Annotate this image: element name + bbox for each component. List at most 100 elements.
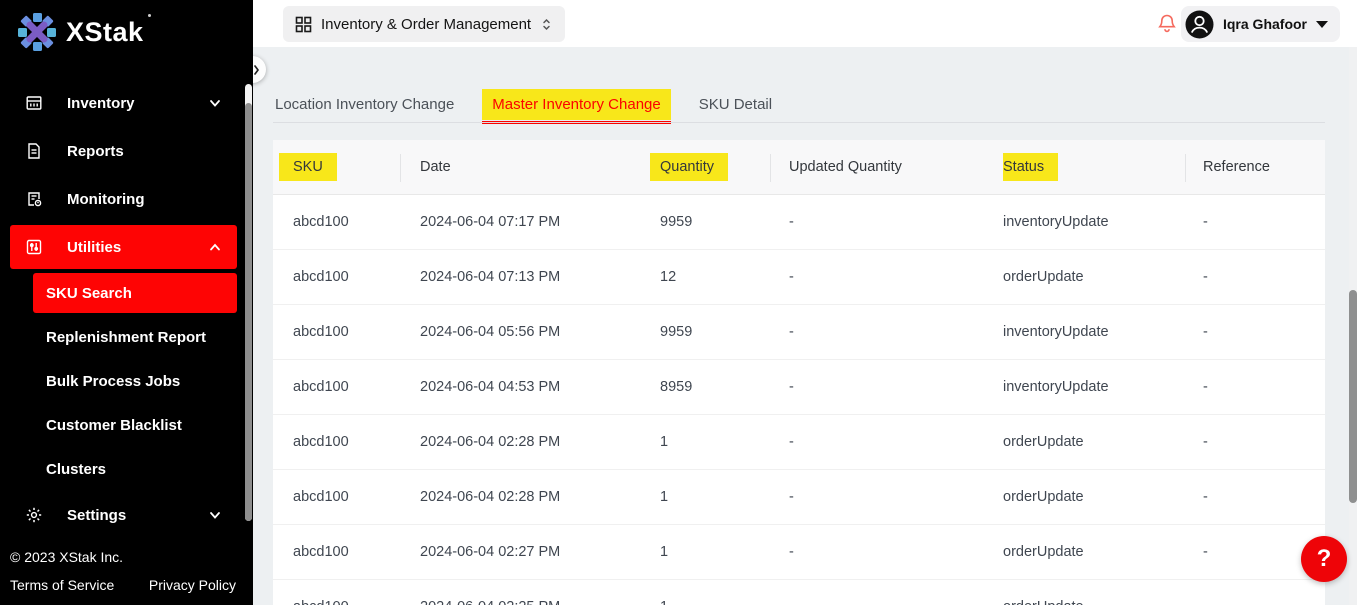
table-cell: -: [780, 599, 1003, 605]
inventory-box-icon: [25, 94, 43, 112]
column-header-status: Status: [1003, 153, 1203, 181]
sidebar-footer: © 2023 XStak Inc. Terms of Service Priva…: [0, 539, 253, 605]
xstak-logo-icon: [16, 11, 58, 53]
sidebar-item-clusters[interactable]: Clusters: [33, 449, 237, 489]
privacy-policy-link[interactable]: Privacy Policy: [149, 577, 236, 593]
app-window: XStak Inventory Reports: [0, 0, 1357, 605]
table-row: abcd1002024-06-04 07:17 PM9959-inventory…: [273, 195, 1325, 250]
sidebar-item-label: Utilities: [67, 239, 121, 256]
sidebar-item-utilities[interactable]: Utilities: [10, 225, 237, 269]
sidebar-collapse-button[interactable]: [253, 56, 266, 83]
table-cell: inventoryUpdate: [1003, 379, 1203, 395]
table-cell: orderUpdate: [1003, 489, 1203, 505]
user-avatar-icon: [1185, 10, 1214, 39]
user-name: Iqra Ghafoor: [1223, 16, 1307, 32]
table-cell: 9959: [650, 214, 780, 230]
brand-name: XStak: [66, 17, 144, 48]
sidebar-item-replenishment-report[interactable]: Replenishment Report: [33, 317, 237, 357]
column-header-label: SKU: [279, 153, 337, 181]
sidebar-subitem-label: Bulk Process Jobs: [46, 373, 180, 390]
terms-of-service-link[interactable]: Terms of Service: [10, 577, 114, 593]
table-cell: -: [780, 434, 1003, 450]
tab-sku-detail[interactable]: SKU Detail: [699, 96, 772, 113]
sidebar-item-reports[interactable]: Reports: [10, 129, 237, 173]
table-cell: -: [1203, 489, 1325, 505]
chevron-up-icon: [208, 240, 222, 254]
table-row: abcd1002024-06-04 02:25 PM1-orderUpdate-: [273, 580, 1325, 605]
inventory-change-table: SKU Date Quantity Updated Quantity StatusRef…: [273, 140, 1325, 605]
sidebar-scrollbar-thumb[interactable]: [245, 103, 252, 521]
notifications-bell-icon[interactable]: [1157, 13, 1177, 34]
sidebar-item-customer-blacklist[interactable]: Customer Blacklist: [33, 405, 237, 445]
table-cell: abcd100: [273, 544, 420, 560]
chevron-down-icon: [208, 96, 222, 110]
table-cell: -: [1203, 214, 1325, 230]
table-cell: -: [780, 214, 1003, 230]
table-row: abcd1002024-06-04 07:13 PM12-orderUpdate…: [273, 250, 1325, 305]
main-scrollbar-track[interactable]: [1349, 47, 1357, 605]
table-cell: inventoryUpdate: [1003, 214, 1203, 230]
table-cell: orderUpdate: [1003, 434, 1203, 450]
table-row: abcd1002024-06-04 02:27 PM1-orderUpdate-: [273, 525, 1325, 580]
table-cell: 2024-06-04 02:28 PM: [420, 489, 650, 505]
tab-bar-divider: [273, 122, 1325, 123]
column-header-label: Updated Quantity: [789, 159, 902, 175]
table-cell: -: [780, 379, 1003, 395]
user-menu-button[interactable]: Iqra Ghafoor: [1181, 6, 1340, 42]
table-cell: 1: [650, 434, 780, 450]
tab-location-inventory-change[interactable]: Location Inventory Change: [275, 96, 454, 113]
table-cell: -: [780, 544, 1003, 560]
table-row: abcd1002024-06-04 02:28 PM1-orderUpdate-: [273, 470, 1325, 525]
table-cell: -: [1203, 434, 1325, 450]
table-cell: abcd100: [273, 269, 420, 285]
workspace-switcher-button[interactable]: Inventory & Order Management: [283, 6, 565, 42]
sliders-icon: [25, 238, 43, 256]
main-scrollbar-thumb[interactable]: [1349, 290, 1357, 503]
sidebar-subitem-label: Clusters: [46, 461, 106, 478]
workspace-label: Inventory & Order Management: [321, 16, 531, 33]
column-header-label: Quantity: [650, 153, 728, 181]
table-cell: 1: [650, 544, 780, 560]
table-cell: 1: [650, 489, 780, 505]
gear-icon: [25, 506, 43, 524]
table-cell: -: [780, 324, 1003, 340]
table-cell: -: [780, 489, 1003, 505]
column-header-reference: Reference: [1203, 159, 1325, 175]
up-down-caret-icon: [540, 17, 553, 32]
table-cell: -: [1203, 269, 1325, 285]
tab-master-inventory-change[interactable]: Master Inventory Change: [482, 89, 670, 120]
trademark-dot: [148, 14, 151, 17]
table-cell: 2024-06-04 04:53 PM: [420, 379, 650, 395]
table-cell: 12: [650, 269, 780, 285]
help-button[interactable]: ?: [1301, 536, 1347, 582]
table-cell: 9959: [650, 324, 780, 340]
table-cell: orderUpdate: [1003, 269, 1203, 285]
sidebar-subitem-label: SKU Search: [46, 285, 132, 302]
sidebar-item-monitoring[interactable]: Monitoring: [10, 177, 237, 221]
sidebar-item-sku-search[interactable]: SKU Search: [33, 273, 237, 313]
table-cell: abcd100: [273, 214, 420, 230]
collapse-chevrons-icon: [253, 64, 260, 76]
table-header-row: SKU Date Quantity Updated Quantity StatusRef…: [273, 140, 1325, 195]
header-divider: [400, 154, 401, 182]
topbar: Inventory & Order Management Iqra Ghafoo…: [253, 0, 1357, 47]
chevron-down-icon: [208, 508, 222, 522]
table-cell: inventoryUpdate: [1003, 324, 1203, 340]
table-cell: -: [1203, 324, 1325, 340]
table-cell: 2024-06-04 05:56 PM: [420, 324, 650, 340]
table-cell: -: [1203, 599, 1325, 605]
table-cell: -: [780, 269, 1003, 285]
column-header-updated-quantity: Updated Quantity: [780, 159, 1003, 175]
sidebar-nav: Inventory Reports Monitoring: [0, 81, 253, 541]
table-cell: abcd100: [273, 489, 420, 505]
tab-bar: Location Inventory Change Master Invento…: [275, 88, 772, 121]
sidebar-item-bulk-process-jobs[interactable]: Bulk Process Jobs: [33, 361, 237, 401]
column-header-label: Date: [420, 159, 451, 175]
sidebar-item-settings[interactable]: Settings: [10, 493, 237, 537]
sidebar-scrollbar-track[interactable]: [245, 84, 252, 521]
tab-label: Master Inventory Change: [492, 96, 660, 113]
table-cell: 2024-06-04 02:25 PM: [420, 599, 650, 605]
sidebar-item-inventory[interactable]: Inventory: [10, 81, 237, 125]
caret-down-icon: [1316, 21, 1328, 28]
monitoring-file-icon: [25, 190, 43, 208]
